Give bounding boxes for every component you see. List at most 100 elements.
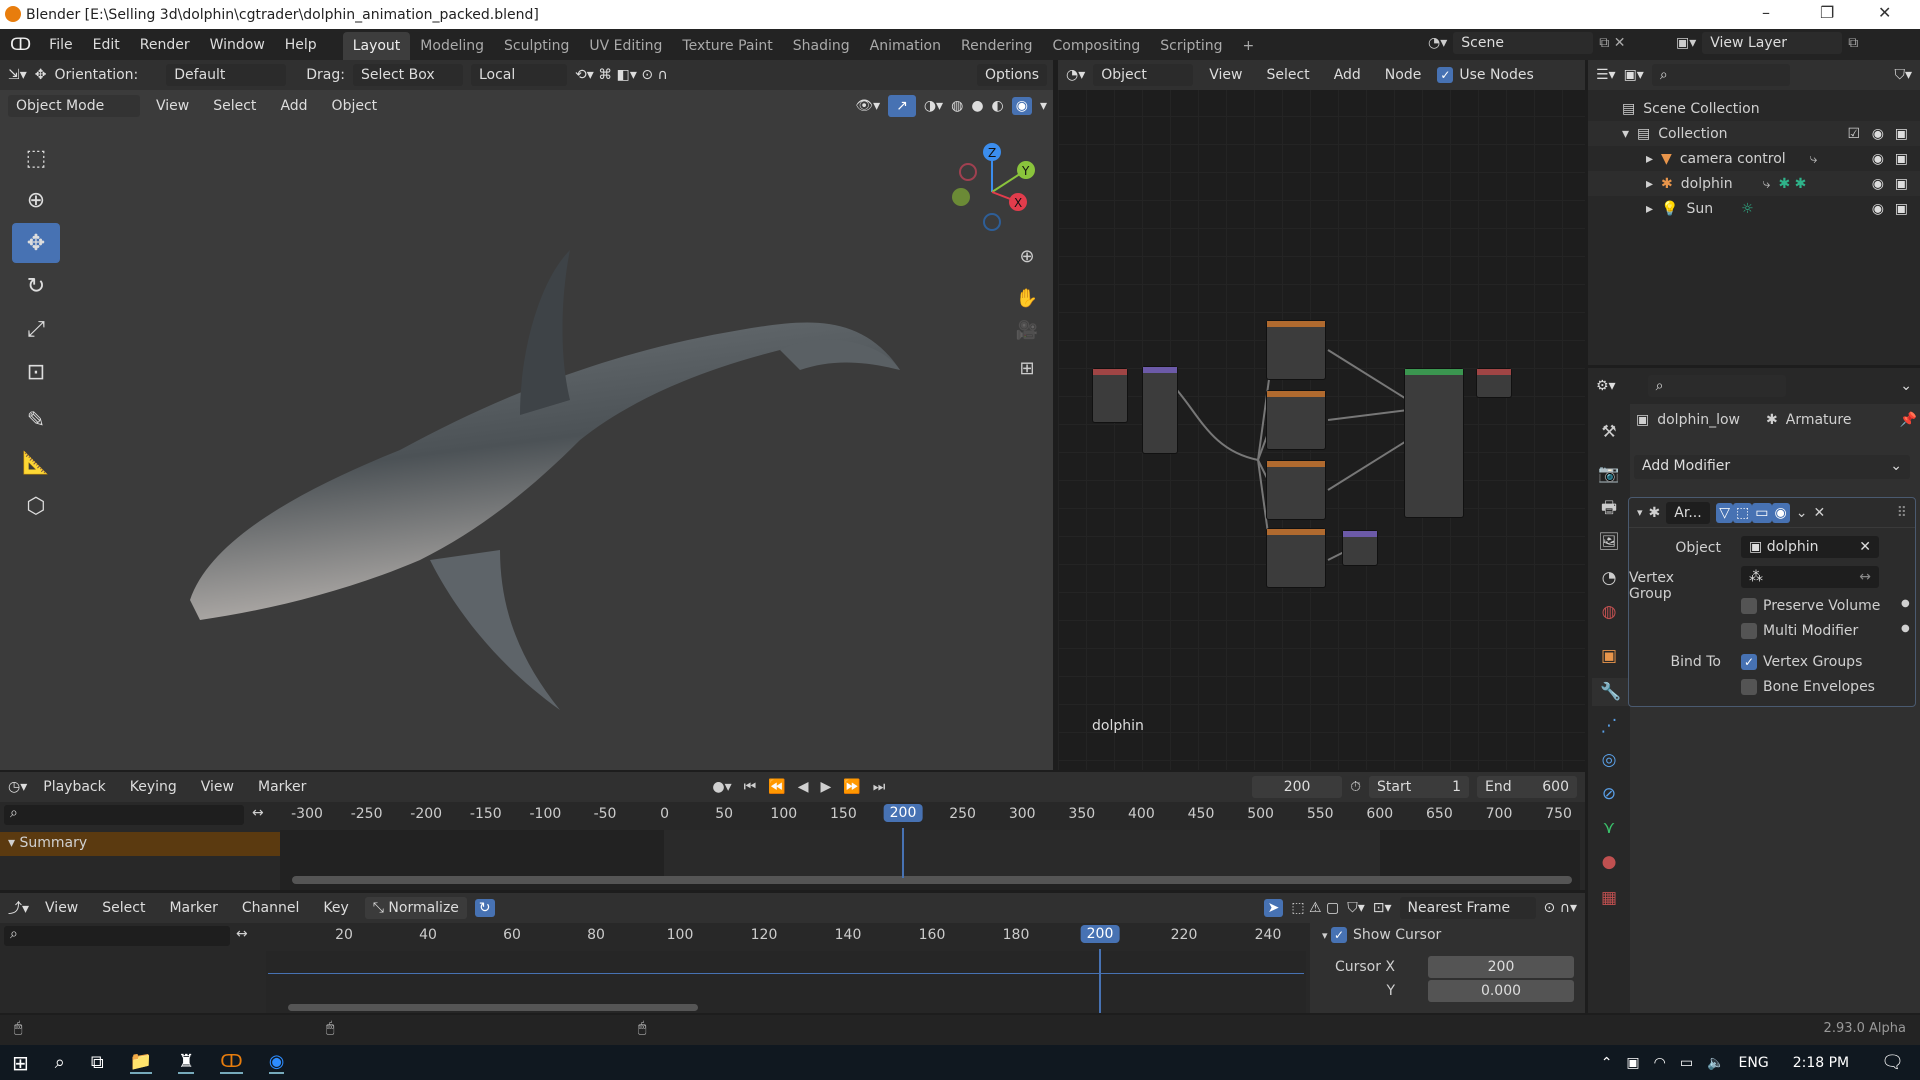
tab-texture-paint[interactable]: Texture Paint [672, 32, 782, 60]
outliner-collection[interactable]: ▾ ▤ Collection ☑ ◉ ▣ [1588, 121, 1920, 146]
node-image-texture-1[interactable] [1266, 320, 1326, 380]
rotate-tool-icon[interactable]: ↻ [12, 266, 60, 306]
annotate-tool-icon[interactable]: ✎ [12, 400, 60, 440]
blender-taskbar-icon[interactable]: ↀ [220, 1051, 243, 1074]
notifications-icon[interactable]: 🗨 [1881, 1052, 1904, 1073]
node-image-texture-3[interactable] [1266, 460, 1326, 520]
volume-icon[interactable]: 🔈 [1707, 1055, 1724, 1071]
pivot-icon[interactable]: ⊡▾ [1373, 900, 1392, 916]
viewport-menu-view[interactable]: View [148, 95, 197, 117]
file-explorer-icon[interactable]: 📁 [129, 1051, 153, 1074]
timeline-menu-marker[interactable]: Marker [250, 776, 314, 798]
add-workspace-button[interactable]: + [1233, 32, 1265, 60]
viewport-menu-add[interactable]: Add [272, 95, 315, 117]
prev-keyframe-icon[interactable]: ⏪ [768, 779, 785, 795]
output-tab-icon[interactable]: 🖶 [1595, 494, 1623, 522]
view-layer-selector[interactable]: View Layer [1702, 32, 1843, 54]
graph-editor[interactable]: ⤴▾ View Select Marker Channel Key ⤡ Norm… [0, 893, 1585, 1013]
filter-icon[interactable]: ⛉▾ [1347, 900, 1365, 916]
node-texture-coordinate[interactable] [1092, 368, 1128, 423]
blender-menu-icon[interactable]: ↀ [10, 35, 31, 55]
editor-type-icon[interactable]: ◷▾ [8, 779, 27, 795]
visibility-eye-icon[interactable]: ◉ [1872, 176, 1884, 192]
select-box-tool-icon[interactable]: ⬚ [12, 138, 60, 178]
perspective-grid-icon[interactable]: ⊞ [1014, 358, 1040, 384]
menu-help[interactable]: Help [277, 34, 325, 56]
maximize-button[interactable]: ❐ [1820, 3, 1834, 22]
search-icon[interactable]: ⌕ [55, 1052, 65, 1073]
only-selected-icon[interactable]: ➤ [1263, 899, 1284, 917]
drag-dropdown[interactable]: Select Box [352, 64, 463, 86]
timeline-menu-view[interactable]: View [193, 776, 242, 798]
minimize-button[interactable]: – [1762, 3, 1770, 22]
timeline-playhead-line[interactable] [902, 828, 904, 878]
expand-icon[interactable]: ▾ [1622, 126, 1629, 142]
clear-object-icon[interactable]: ✕ [1859, 539, 1871, 555]
timeline[interactable]: ◷▾ Playback Keying View Marker ●▾ ⏮ ⏪ ◀ … [0, 772, 1585, 890]
edit-mode-toggle-icon[interactable]: ▽ [1716, 502, 1734, 523]
tool-tab-icon[interactable]: ⚒ [1595, 418, 1623, 446]
move-tool-button[interactable]: ✥ [12, 223, 60, 263]
expand-icon[interactable]: ▸ [1646, 201, 1653, 217]
filter-icon[interactable]: ⛉▾ [1894, 67, 1912, 83]
graph-menu-view[interactable]: View [37, 897, 86, 919]
add-modifier-dropdown[interactable]: Add Modifier ⌄ [1634, 455, 1910, 479]
navigation-gizmo[interactable]: Z Y X [940, 140, 1040, 240]
zoom-app-icon[interactable]: ◉ [268, 1051, 285, 1074]
visibility-eye-icon[interactable]: ◉ [1872, 201, 1884, 217]
particles-tab-icon[interactable]: ⋰ [1595, 712, 1623, 740]
snap-mode-dropdown[interactable]: Nearest Frame [1399, 897, 1536, 919]
shading-wireframe-icon[interactable]: ◍ [951, 98, 963, 114]
pan-hand-icon[interactable]: ✋ [1014, 288, 1040, 314]
play-reverse-icon[interactable]: ◀ [798, 779, 809, 795]
current-frame-indicator[interactable]: 200 [1080, 925, 1120, 943]
auto-normalize-icon[interactable]: ↻ [474, 899, 495, 917]
viewport-menu-object[interactable]: Object [324, 95, 386, 117]
jump-end-icon[interactable]: ⏭ [873, 779, 886, 795]
shading-rendered-icon[interactable]: ◉ [1011, 97, 1032, 115]
render-camera-icon[interactable]: ▣ [1895, 151, 1908, 167]
vertex-group-field[interactable]: ⁂ ↔ [1741, 566, 1879, 588]
invert-vertex-group-icon[interactable]: ↔ [1859, 569, 1871, 585]
render-tab-icon[interactable]: 📷 [1595, 460, 1623, 488]
tab-rendering[interactable]: Rendering [951, 32, 1043, 60]
tab-scripting[interactable]: Scripting [1150, 32, 1232, 60]
shading-solid-icon[interactable]: ● [971, 98, 983, 114]
graph-playhead-line[interactable] [1099, 949, 1101, 1013]
next-keyframe-icon[interactable]: ⏩ [843, 779, 860, 795]
object-field[interactable]: ▣ dolphin ✕ [1741, 536, 1879, 558]
texture-tab-icon[interactable]: ▦ [1595, 884, 1623, 912]
preserve-volume-checkbox[interactable]: Preserve Volume ● [1741, 598, 1910, 614]
shader-node-editor[interactable]: ◔▾ Object View Select Add Node ✓ Use Node… [1058, 60, 1585, 770]
shading-material-icon[interactable]: ◐ [992, 98, 1004, 114]
overlay-icon[interactable]: ◑▾ [924, 98, 943, 114]
drag-handle-icon[interactable]: ⠿ [1897, 505, 1907, 521]
graph-scrollbar[interactable] [288, 1004, 698, 1011]
display-mode-icon[interactable]: ☰▾ [1596, 67, 1616, 83]
tray-device-icon[interactable]: ▣ [1626, 1055, 1639, 1071]
graph-menu-select[interactable]: Select [94, 897, 153, 919]
visibility-icon[interactable]: 👁▾ [855, 98, 880, 114]
tab-uv-editing[interactable]: UV Editing [579, 32, 672, 60]
normalize-toggle[interactable]: ⤡ Normalize [364, 897, 467, 919]
render-toggle-icon[interactable]: ◉ [1771, 502, 1790, 523]
node-image-texture-2[interactable] [1266, 390, 1326, 450]
graph-menu-marker[interactable]: Marker [161, 897, 225, 919]
modifier-tab-icon[interactable]: 🔧 [1592, 678, 1630, 706]
transform-tool-icon[interactable]: ⊡ [12, 352, 60, 392]
measure-tool-icon[interactable]: 📐 [12, 443, 60, 483]
pin-icon[interactable]: 📌 [1899, 412, 1916, 428]
menu-render[interactable]: Render [132, 34, 198, 56]
play-icon[interactable]: ▶ [820, 779, 831, 795]
show-cursor-checkbox[interactable]: ▾ ✓ Show Cursor [1310, 919, 1585, 951]
start-frame-field[interactable]: Start 1 [1369, 776, 1469, 798]
scene-selector[interactable]: Scene [1453, 32, 1594, 54]
cursor-y-field[interactable]: 0.000 [1428, 980, 1574, 1002]
scale-tool-icon[interactable]: ⤢ [12, 309, 60, 349]
current-frame-indicator[interactable]: 200 [883, 804, 923, 822]
collection-checkbox[interactable]: ☑ [1847, 126, 1860, 142]
visibility-eye-icon[interactable]: ◉ [1872, 151, 1884, 167]
outliner-search-input[interactable]: ⌕ [1651, 64, 1790, 86]
timeline-ruler[interactable]: -300 -250 -200 -150 -100 -50 0 50 100 150 200 250 30… [0, 802, 1585, 828]
animate-dot-icon[interactable]: ● [1901, 623, 1910, 634]
